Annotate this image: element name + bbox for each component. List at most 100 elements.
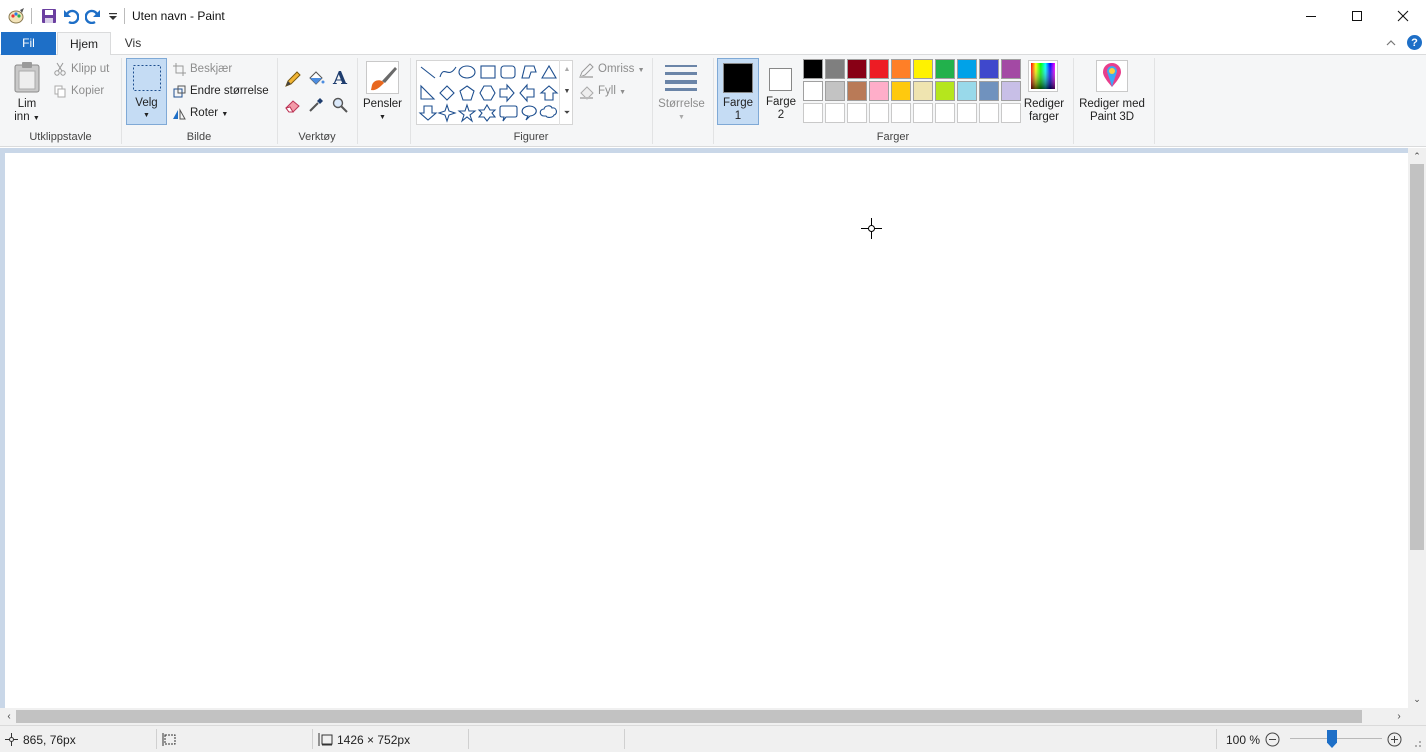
left-arrow-shape-icon[interactable]: [519, 83, 535, 103]
down-arrow-shape-icon[interactable]: [418, 105, 438, 121]
palette-color-swatch[interactable]: [913, 59, 933, 79]
paste-icon[interactable]: [12, 60, 42, 94]
palette-color-swatch[interactable]: [979, 81, 999, 101]
palette-color-swatch[interactable]: [913, 81, 933, 101]
maximize-button[interactable]: [1334, 0, 1380, 32]
vertical-scroll-thumb[interactable]: [1410, 164, 1424, 550]
triangle-shape-icon[interactable]: [541, 64, 557, 79]
color-picker-icon[interactable]: [306, 95, 326, 115]
magnifier-icon[interactable]: [330, 95, 350, 115]
resize-icon[interactable]: [172, 84, 186, 98]
resize-button[interactable]: Endre størrelse: [190, 85, 269, 97]
pencil-icon[interactable]: [283, 69, 303, 89]
oval-callout-shape-icon[interactable]: [521, 105, 537, 121]
scroll-right-arrow-icon[interactable]: ›: [1393, 710, 1405, 723]
rotate-icon[interactable]: [172, 106, 186, 120]
close-button[interactable]: [1380, 0, 1426, 32]
palette-color-swatch[interactable]: [891, 59, 911, 79]
rotate-button[interactable]: Roter ▼: [190, 107, 228, 119]
palette-color-swatch[interactable]: [1001, 59, 1021, 79]
rectangle-shape-icon[interactable]: [480, 65, 496, 79]
palette-empty-swatch[interactable]: [825, 103, 845, 123]
undo-icon[interactable]: [62, 7, 80, 25]
paint3d-icon[interactable]: [1096, 60, 1128, 92]
palette-color-swatch[interactable]: [847, 81, 867, 101]
customize-quick-access-icon[interactable]: [104, 7, 122, 25]
five-point-star-shape-icon[interactable]: [457, 103, 477, 123]
fill-button[interactable]: Fyll ▼: [598, 85, 626, 97]
palette-empty-swatch[interactable]: [847, 103, 867, 123]
scroll-down-arrow-icon[interactable]: ⌄: [1410, 693, 1424, 705]
four-point-star-shape-icon[interactable]: [437, 103, 457, 123]
palette-empty-swatch[interactable]: [869, 103, 889, 123]
palette-color-swatch[interactable]: [935, 81, 955, 101]
outline-button[interactable]: Omriss ▼: [598, 63, 645, 75]
outline-icon[interactable]: [578, 62, 594, 78]
color2-button[interactable]: Farge 2: [760, 58, 802, 125]
size-button[interactable]: Størrelse ▼: [654, 98, 709, 124]
diamond-shape-icon[interactable]: [439, 85, 455, 101]
edit-colors-icon[interactable]: [1028, 60, 1058, 92]
tab-file[interactable]: Fil: [1, 32, 56, 55]
palette-color-swatch[interactable]: [957, 59, 977, 79]
palette-empty-swatch[interactable]: [891, 103, 911, 123]
fill-icon[interactable]: [578, 84, 594, 100]
edit-with-paint3d-button[interactable]: Rediger med Paint 3D: [1076, 98, 1148, 124]
cloud-callout-shape-icon[interactable]: [539, 105, 557, 118]
fill-bucket-icon[interactable]: [306, 68, 326, 88]
rounded-callout-shape-icon[interactable]: [499, 105, 518, 122]
minimize-ribbon-icon[interactable]: [1384, 36, 1398, 50]
crop-icon[interactable]: [172, 62, 186, 76]
brushes-icon[interactable]: [366, 61, 399, 94]
palette-color-swatch[interactable]: [935, 59, 955, 79]
size-icon[interactable]: [664, 63, 698, 91]
redo-icon[interactable]: [84, 7, 102, 25]
pentagon-shape-icon[interactable]: [459, 85, 475, 101]
palette-empty-swatch[interactable]: [979, 103, 999, 123]
resize-grip-icon[interactable]: [1411, 737, 1423, 749]
save-icon[interactable]: [40, 7, 58, 25]
right-triangle-shape-icon[interactable]: [420, 84, 436, 100]
minimize-button[interactable]: [1288, 0, 1334, 32]
paint-app-icon[interactable]: [7, 7, 25, 25]
hexagon-shape-icon[interactable]: [479, 85, 496, 101]
palette-color-swatch[interactable]: [1001, 81, 1021, 101]
crop-button[interactable]: Beskjær: [190, 63, 232, 75]
cut-icon[interactable]: [53, 62, 67, 76]
right-arrow-shape-icon[interactable]: [499, 83, 515, 103]
shapes-gallery-scroll[interactable]: ▲ ▼ ⏷: [559, 60, 573, 125]
select-button[interactable]: Velg ▼: [126, 58, 167, 125]
line-shape-icon[interactable]: [420, 66, 436, 79]
text-tool-icon[interactable]: A: [330, 67, 350, 89]
horizontal-scroll-thumb[interactable]: [16, 710, 1362, 723]
palette-color-swatch[interactable]: [957, 81, 977, 101]
palette-color-swatch[interactable]: [803, 81, 823, 101]
palette-empty-swatch[interactable]: [803, 103, 823, 123]
up-arrow-shape-icon[interactable]: [539, 85, 559, 101]
scroll-left-arrow-icon[interactable]: ‹: [3, 710, 15, 723]
polygon-shape-icon[interactable]: [521, 65, 537, 79]
expand-gallery-icon[interactable]: ⏷: [561, 107, 573, 119]
oval-shape-icon[interactable]: [458, 65, 476, 79]
scroll-down-icon[interactable]: ▼: [561, 85, 573, 97]
palette-color-swatch[interactable]: [825, 59, 845, 79]
curve-shape-icon[interactable]: [439, 66, 457, 78]
palette-empty-swatch[interactable]: [957, 103, 977, 123]
copy-icon[interactable]: [53, 84, 67, 98]
scroll-up-arrow-icon[interactable]: ⌃: [1410, 150, 1424, 162]
color1-button[interactable]: Farge 1: [717, 58, 759, 125]
rounded-rectangle-shape-icon[interactable]: [500, 65, 516, 79]
zoom-in-button[interactable]: [1386, 731, 1402, 747]
palette-color-swatch[interactable]: [869, 59, 889, 79]
tab-home[interactable]: Hjem: [57, 32, 111, 56]
six-point-star-shape-icon[interactable]: [477, 103, 497, 122]
palette-empty-swatch[interactable]: [1001, 103, 1021, 123]
palette-color-swatch[interactable]: [869, 81, 889, 101]
edit-colors-button[interactable]: Rediger farger: [1020, 98, 1068, 124]
drawing-canvas[interactable]: [5, 153, 1410, 708]
palette-color-swatch[interactable]: [825, 81, 845, 101]
palette-color-swatch[interactable]: [847, 59, 867, 79]
tab-view[interactable]: Vis: [112, 32, 154, 55]
palette-color-swatch[interactable]: [803, 59, 823, 79]
palette-color-swatch[interactable]: [891, 81, 911, 101]
